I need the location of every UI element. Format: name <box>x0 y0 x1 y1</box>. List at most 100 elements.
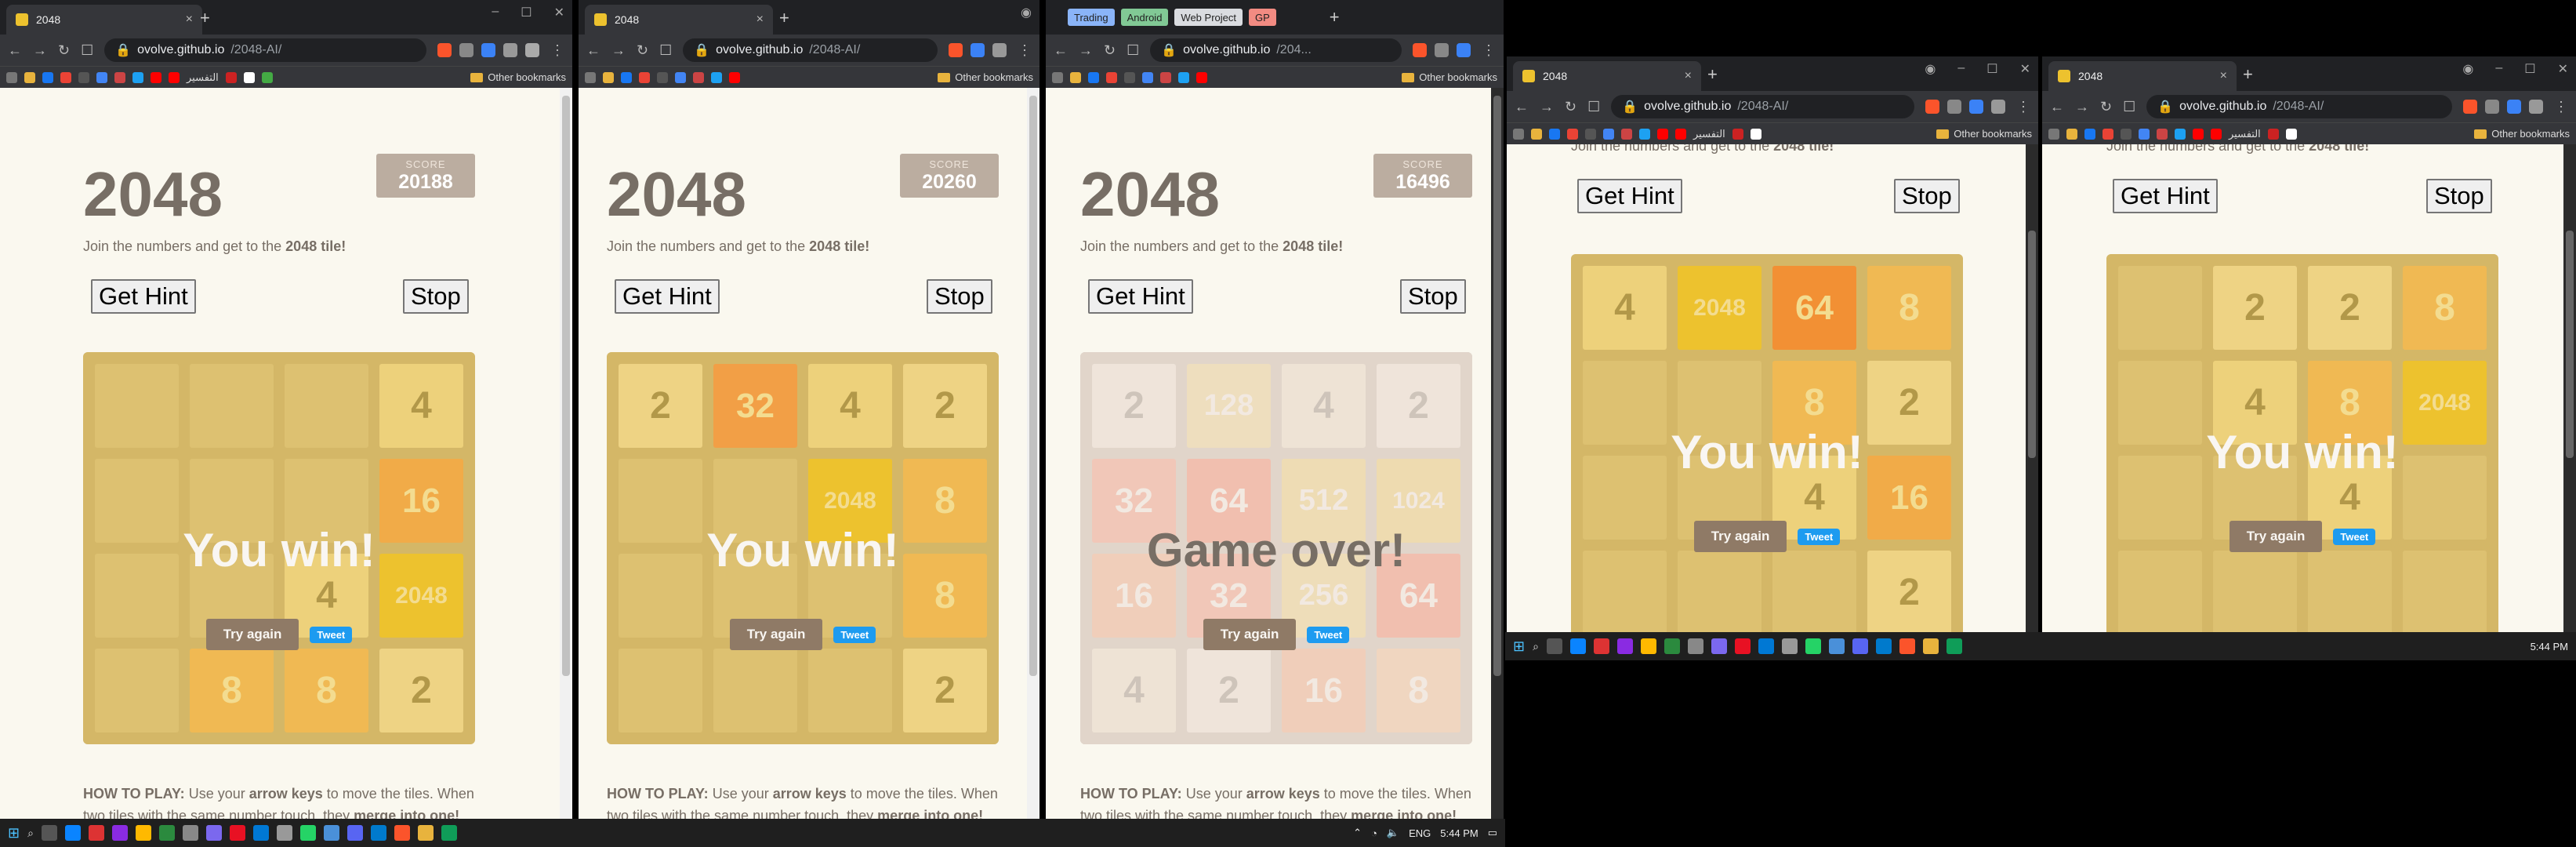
search-icon[interactable]: ⌕ <box>27 827 34 840</box>
bookmark-icon[interactable]: ☐ <box>1587 99 1600 115</box>
tab-2048[interactable]: 2048 × <box>6 5 202 35</box>
tweet-button[interactable]: Tweet <box>310 626 353 643</box>
address-bar[interactable]: 🔒 ovolve.github.io/2048-AI/ <box>1611 95 1914 118</box>
scrollbar[interactable] <box>1491 88 1504 819</box>
bookmark-link[interactable]: التفسير <box>2229 128 2261 140</box>
search-icon[interactable]: ⌕ <box>1533 640 1539 653</box>
reload-icon[interactable]: ↻ <box>1565 99 1576 115</box>
windows-start-icon[interactable]: ⊞ <box>8 825 20 842</box>
volume-icon[interactable]: 🔈 <box>1387 827 1399 839</box>
close-tab-icon[interactable]: × <box>1685 69 1692 83</box>
tab-2048[interactable]: 2048 × <box>585 5 773 35</box>
tweet-button[interactable]: Tweet <box>1798 528 1841 545</box>
bookmark-icon[interactable]: ☐ <box>659 42 672 59</box>
get-hint-button[interactable]: Get Hint <box>91 279 196 314</box>
address-bar[interactable]: 🔒 ovolve.github.io/204... <box>1150 38 1402 62</box>
other-bookmarks[interactable]: Other bookmarks <box>470 71 566 83</box>
back-icon[interactable]: ← <box>586 42 600 59</box>
bookmark-icon[interactable]: ☐ <box>81 42 93 59</box>
menu-icon[interactable]: ⋮ <box>1018 42 1032 59</box>
language-indicator[interactable]: ENG <box>1409 827 1431 839</box>
tweet-button[interactable]: Tweet <box>2333 528 2376 545</box>
wifi-icon[interactable]: ◔ <box>1371 827 1377 839</box>
get-hint-button[interactable]: Get Hint <box>2113 179 2218 213</box>
scrollbar[interactable] <box>2026 144 2038 632</box>
address-bar[interactable]: 🔒 ovolve.github.io/2048-AI/ <box>683 38 938 62</box>
new-tab-icon[interactable]: + <box>2243 64 2253 85</box>
get-hint-button[interactable]: Get Hint <box>615 279 720 314</box>
bookmark-link[interactable]: التفسير <box>187 71 219 84</box>
close-tab-icon[interactable]: × <box>2220 69 2227 83</box>
window-controls[interactable]: ◉ <box>1021 5 1032 20</box>
reload-icon[interactable]: ↻ <box>58 42 70 59</box>
tweet-button[interactable]: Tweet <box>1307 626 1350 643</box>
try-again-button[interactable]: Try again <box>2229 521 2323 552</box>
extensions[interactable] <box>437 43 539 57</box>
forward-icon[interactable]: → <box>1540 99 1554 115</box>
address-bar[interactable]: 🔒 ovolve.github.io/2048-AI/ <box>2146 95 2452 118</box>
tweet-button[interactable]: Tweet <box>833 626 876 643</box>
tab-2048[interactable]: 2048 × <box>1513 61 1701 91</box>
stop-button[interactable]: Stop <box>1894 179 1960 213</box>
stop-button[interactable]: Stop <box>2426 179 2492 213</box>
window-controls[interactable]: ◉ – ☐ ✕ <box>1925 61 2030 77</box>
close-tab-icon[interactable]: × <box>756 13 764 27</box>
reload-icon[interactable]: ↻ <box>637 42 648 59</box>
back-icon[interactable]: ← <box>1054 42 1068 59</box>
other-bookmarks[interactable]: Other bookmarks <box>1402 71 1497 83</box>
notification-icon[interactable]: ▭ <box>1488 827 1497 839</box>
menu-icon[interactable]: ⋮ <box>550 42 564 59</box>
chevron-up-icon[interactable]: ⌃ <box>1353 827 1362 839</box>
extensions[interactable] <box>1925 100 2005 114</box>
window-controls[interactable]: – ☐ ✕ <box>492 5 564 20</box>
tab-group-trading[interactable]: Trading <box>1068 9 1115 26</box>
clock[interactable]: 5:44 PM <box>2531 641 2568 653</box>
extensions[interactable] <box>2463 100 2543 114</box>
other-bookmarks[interactable]: Other bookmarks <box>2474 128 2570 140</box>
menu-icon[interactable]: ⋮ <box>1482 42 1496 59</box>
tab-group-android[interactable]: Android <box>1120 9 1169 26</box>
forward-icon[interactable]: → <box>1079 42 1093 59</box>
clock[interactable]: 5:44 PM <box>1440 827 1478 839</box>
get-hint-button[interactable]: Get Hint <box>1088 279 1193 314</box>
new-tab-icon[interactable]: + <box>200 8 210 28</box>
forward-icon[interactable]: → <box>611 42 626 59</box>
window-controls[interactable]: ◉ – ☐ ✕ <box>2462 61 2568 77</box>
back-icon[interactable]: ← <box>8 42 22 59</box>
bookmark-icon[interactable]: ☐ <box>1127 42 1139 59</box>
stop-button[interactable]: Stop <box>1400 279 1466 314</box>
menu-icon[interactable]: ⋮ <box>2016 99 2030 115</box>
new-tab-icon[interactable]: + <box>1330 7 1340 27</box>
reload-icon[interactable]: ↻ <box>2100 99 2112 115</box>
forward-icon[interactable]: → <box>2075 99 2089 115</box>
try-again-button[interactable]: Try again <box>1203 619 1297 650</box>
new-tab-icon[interactable]: + <box>1707 64 1718 85</box>
reload-icon[interactable]: ↻ <box>1104 42 1116 59</box>
system-tray[interactable]: ⌃ ◔ 🔈 ENG 5:44 PM ▭ <box>1353 827 1497 839</box>
stop-button[interactable]: Stop <box>927 279 992 314</box>
extensions[interactable] <box>1413 43 1471 57</box>
tab-group-web-project[interactable]: Web Project <box>1174 9 1243 26</box>
try-again-button[interactable]: Try again <box>1693 521 1787 552</box>
get-hint-button[interactable]: Get Hint <box>1577 179 1682 213</box>
try-again-button[interactable]: Try again <box>205 619 299 650</box>
bookmark-icon[interactable]: ☐ <box>2123 99 2135 115</box>
close-tab-icon[interactable]: × <box>186 13 193 27</box>
tab-2048[interactable]: 2048 × <box>2048 61 2237 91</box>
new-tab-icon[interactable]: + <box>779 8 789 28</box>
address-bar[interactable]: 🔒 ovolve.github.io/2048-AI/ <box>104 38 426 62</box>
stop-button[interactable]: Stop <box>403 279 469 314</box>
menu-icon[interactable]: ⋮ <box>2554 99 2568 115</box>
windows-start-icon[interactable]: ⊞ <box>1513 638 1525 655</box>
scrollbar[interactable] <box>2563 144 2576 632</box>
back-icon[interactable]: ← <box>2050 99 2064 115</box>
bookmark-link[interactable]: التفسير <box>1693 128 1725 140</box>
other-bookmarks[interactable]: Other bookmarks <box>938 71 1033 83</box>
scrollbar[interactable] <box>1027 88 1039 819</box>
system-tray[interactable]: 5:44 PM <box>2531 641 2568 653</box>
try-again-button[interactable]: Try again <box>729 619 823 650</box>
extensions[interactable] <box>949 43 1007 57</box>
back-icon[interactable]: ← <box>1515 99 1529 115</box>
other-bookmarks[interactable]: Other bookmarks <box>1936 128 2032 140</box>
tab-group-gp[interactable]: GP <box>1249 9 1276 26</box>
